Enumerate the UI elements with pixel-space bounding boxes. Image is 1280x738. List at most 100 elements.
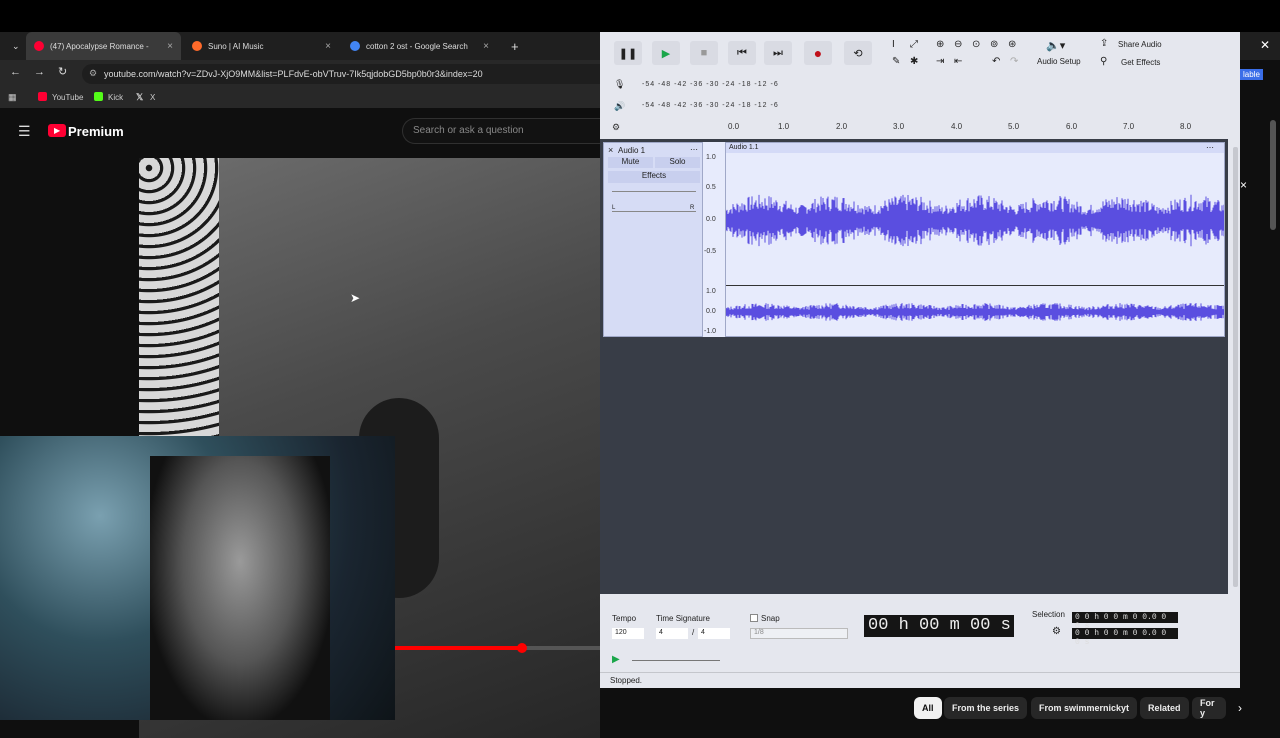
forward-icon[interactable]: → bbox=[34, 66, 45, 78]
zoom-toggle-icon[interactable]: ⊛ bbox=[1008, 39, 1016, 50]
scale-label: -0.5 bbox=[704, 248, 717, 255]
clip-name[interactable]: Audio 1.1 bbox=[729, 144, 759, 151]
video-progress-handle[interactable] bbox=[517, 643, 528, 653]
tab-suno[interactable]: Suno | AI Music × bbox=[184, 32, 339, 60]
tempo-label: Tempo bbox=[612, 614, 637, 623]
trim-icon[interactable]: ⇥ bbox=[936, 56, 944, 67]
scale-label: 0.0 bbox=[706, 216, 716, 223]
redo-icon[interactable]: ↷ bbox=[1010, 56, 1018, 67]
time-sig-numerator[interactable]: 4 bbox=[656, 628, 688, 639]
zoom-out-icon[interactable]: ⊖ bbox=[954, 39, 962, 50]
chips-next-icon[interactable]: › bbox=[1238, 701, 1242, 715]
selection-settings-icon[interactable]: ⚙ bbox=[1052, 626, 1061, 637]
track-control-panel[interactable]: × Audio 1 ⋯ Mute Solo Effects L R bbox=[603, 142, 703, 337]
selection-end[interactable]: 0 0 h 0 0 m 0 0.0 0 0 s bbox=[1072, 628, 1178, 647]
track-menu-icon[interactable]: ⋯ bbox=[690, 145, 698, 154]
solo-button[interactable]: Solo bbox=[655, 157, 700, 168]
undo-icon[interactable]: ↶ bbox=[992, 56, 1000, 67]
time-sig-denominator[interactable]: 4 bbox=[698, 628, 730, 639]
select-tool-icon[interactable]: I bbox=[892, 39, 895, 50]
get-effects-button[interactable]: Get Effects bbox=[1121, 58, 1160, 67]
gain-slider[interactable] bbox=[612, 191, 696, 192]
scale-label: 1.0 bbox=[706, 288, 716, 295]
time-signature-label: Time Signature bbox=[656, 614, 710, 623]
track-name[interactable]: Audio 1 bbox=[618, 146, 645, 155]
waveform-upper bbox=[726, 194, 1224, 247]
play-speed-slider[interactable] bbox=[632, 660, 720, 661]
youtube-page: ☰ ▶ Premium Search or ask a question ➤ bbox=[0, 108, 600, 738]
bookmark-kick[interactable]: Kick bbox=[108, 93, 123, 102]
youtube-favicon-icon bbox=[34, 41, 44, 51]
menu-icon[interactable]: ☰ bbox=[18, 123, 31, 140]
multi-tool-icon[interactable]: ✱ bbox=[910, 56, 918, 67]
chip-from-channel[interactable]: From swimmernickyt bbox=[1031, 697, 1138, 719]
play-at-speed-icon[interactable]: ▶ bbox=[612, 654, 620, 665]
loop-button[interactable]: ⟲ bbox=[844, 41, 872, 65]
google-favicon-icon bbox=[350, 41, 360, 51]
window-close-icon[interactable]: ✕ bbox=[1260, 38, 1270, 52]
site-info-icon[interactable]: ⚙ bbox=[89, 68, 97, 79]
logo-text: Premium bbox=[68, 124, 124, 139]
close-track-icon[interactable]: × bbox=[608, 145, 613, 155]
close-tab-icon[interactable]: × bbox=[325, 41, 331, 52]
pause-button[interactable]: ❚❚ bbox=[614, 41, 642, 65]
tracks-area[interactable]: × Audio 1 ⋯ Mute Solo Effects L R 1.0 0.… bbox=[600, 139, 1228, 594]
mute-button[interactable]: Mute bbox=[608, 157, 653, 168]
fit-selection-icon[interactable]: ⊙ bbox=[972, 39, 980, 50]
apps-grid-icon[interactable]: ▦ bbox=[8, 92, 17, 103]
fit-project-icon[interactable]: ⊚ bbox=[990, 39, 998, 50]
ruler-tick: 1.0 bbox=[778, 122, 790, 131]
tracks-scrollbar[interactable] bbox=[1233, 147, 1238, 587]
clip-menu-icon[interactable]: ⋯ bbox=[1206, 143, 1214, 152]
clip-header[interactable] bbox=[726, 143, 1224, 153]
ruler-tick: 5.0 bbox=[1008, 122, 1020, 131]
playback-meter-scale[interactable]: -54 -48 -42 -36 -30 -24 -18 -12 -6 bbox=[642, 102, 779, 109]
tab-youtube[interactable]: (47) Apocalypse Romance - × bbox=[26, 32, 181, 60]
scale-label: 1.0 bbox=[706, 154, 716, 161]
reload-icon[interactable]: ↻ bbox=[58, 65, 67, 78]
tab-google[interactable]: cotton 2 ost - Google Search × bbox=[342, 32, 497, 60]
playback-meter-icon: 🔊 bbox=[614, 101, 626, 111]
chip-for-you[interactable]: For y bbox=[1192, 697, 1226, 719]
ruler-tick: 7.0 bbox=[1123, 122, 1135, 131]
waveform-lower bbox=[726, 303, 1224, 321]
skip-start-button[interactable]: ⏮ bbox=[728, 41, 756, 65]
snap-dropdown[interactable]: 1/8 bbox=[750, 628, 848, 639]
back-icon[interactable]: ← bbox=[10, 66, 21, 78]
close-tab-icon[interactable]: × bbox=[483, 41, 489, 52]
stop-button[interactable]: ■ bbox=[690, 41, 718, 65]
window-top-strip bbox=[0, 0, 1280, 32]
pan-slider[interactable] bbox=[612, 211, 696, 212]
youtube-bookmark-icon bbox=[38, 92, 47, 101]
effects-button[interactable]: Effects bbox=[608, 171, 700, 183]
selection-start[interactable]: 0 0 h 0 0 m 0 0.0 0 0 s bbox=[1072, 612, 1178, 631]
snap-checkbox[interactable] bbox=[750, 614, 758, 622]
audio-clip[interactable]: Audio 1.1 ⋯ bbox=[725, 142, 1225, 337]
search-input[interactable]: Search or ask a question bbox=[402, 118, 600, 144]
close-tab-icon[interactable]: × bbox=[167, 41, 173, 52]
share-audio-button[interactable]: Share Audio bbox=[1118, 40, 1162, 49]
silence-icon[interactable]: ⇤ bbox=[954, 56, 962, 67]
close-panel-icon[interactable]: × bbox=[1240, 178, 1247, 192]
new-tab-button[interactable]: + bbox=[503, 32, 523, 60]
play-button[interactable]: ▶ bbox=[652, 41, 680, 65]
record-button[interactable]: ● bbox=[804, 41, 832, 65]
tempo-input[interactable]: 120 bbox=[612, 628, 644, 639]
suno-favicon-icon bbox=[192, 41, 202, 51]
skip-end-button[interactable]: ⏭ bbox=[764, 41, 792, 65]
tab-list-button[interactable]: ⌄ bbox=[4, 32, 22, 60]
chip-from-series[interactable]: From the series bbox=[944, 697, 1028, 719]
envelope-tool-icon[interactable]: ⤢ bbox=[910, 39, 918, 50]
timeline-settings-icon[interactable]: ⚙ bbox=[612, 122, 620, 133]
draw-tool-icon[interactable]: ✎ bbox=[892, 56, 900, 67]
chip-related[interactable]: Related bbox=[1140, 697, 1189, 719]
time-display[interactable]: 00 h 00 m 00 s bbox=[864, 615, 1014, 637]
audio-setup-button[interactable]: Audio Setup bbox=[1037, 57, 1081, 66]
zoom-in-icon[interactable]: ⊕ bbox=[936, 39, 944, 50]
bookmark-youtube[interactable]: YouTube bbox=[52, 93, 83, 102]
chip-all[interactable]: All bbox=[914, 697, 942, 719]
page-scrollbar[interactable] bbox=[1270, 120, 1276, 230]
bookmark-x[interactable]: X bbox=[150, 93, 155, 102]
timeline-ruler[interactable]: ⚙ 0.0 1.0 2.0 3.0 4.0 5.0 6.0 7.0 8.0 bbox=[600, 117, 1240, 139]
record-meter-scale[interactable]: -54 -48 -42 -36 -30 -24 -18 -12 -6 bbox=[642, 81, 779, 88]
